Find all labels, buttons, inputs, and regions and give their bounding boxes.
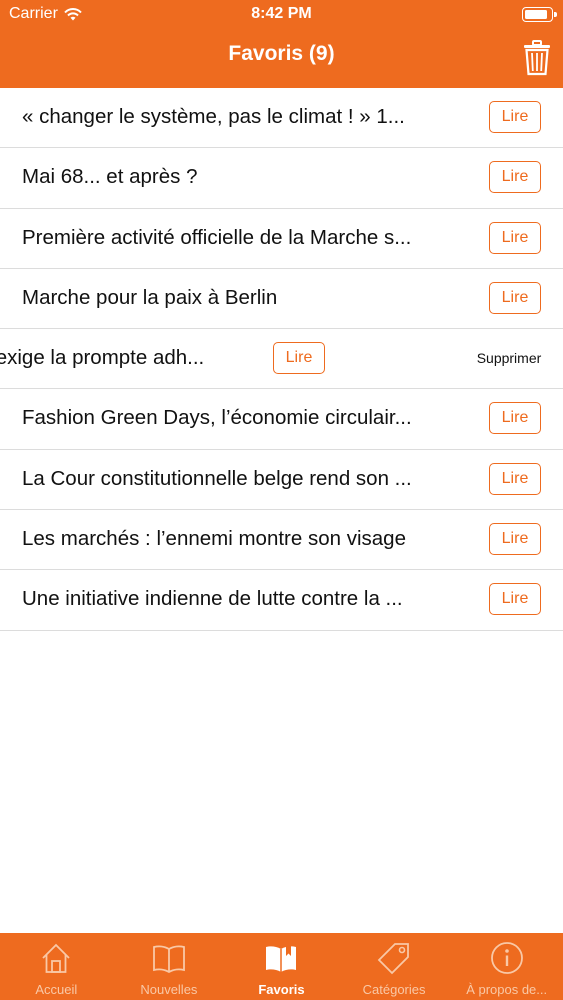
top-bar: Carrier 8:42 PM Favoris (9) (0, 0, 563, 88)
read-button[interactable]: Lire (489, 161, 541, 194)
tab-label: Favoris (258, 982, 305, 997)
tab-favoris[interactable]: Favoris (225, 933, 338, 1000)
article-title: Marche pour la paix à Berlin (22, 285, 278, 309)
list-item-swiped[interactable]: Supprimer eil national exige la prompte … (0, 329, 563, 390)
list-item[interactable]: « changer le système, pas le climat ! » … (0, 88, 563, 149)
list-item-content[interactable]: « changer le système, pas le climat ! » … (0, 88, 563, 148)
status-time: 8:42 PM (251, 5, 312, 22)
trash-icon[interactable] (523, 40, 551, 76)
list-item[interactable]: Une initiative indienne de lutte contre … (0, 570, 563, 631)
article-title: Première activité officielle de la March… (22, 225, 412, 249)
list-item-content[interactable]: Première activité officielle de la March… (0, 208, 563, 268)
list-item-content[interactable]: Une initiative indienne de lutte contre … (0, 570, 563, 630)
tab-categories[interactable]: Catégories (338, 933, 451, 1000)
article-title: eil national exige la prompte adh... (0, 346, 205, 370)
tab-label: Accueil (35, 982, 78, 997)
article-title: Les marchés : l’ennemi montre son visage (22, 527, 406, 551)
read-button[interactable]: Lire (273, 342, 325, 375)
list-item-content[interactable]: Mai 68... et après ? Lire (0, 148, 563, 208)
article-title: Une initiative indienne de lutte contre … (22, 587, 403, 611)
tab-bar: Accueil Nouvelles Favoris Catégories À p… (0, 933, 563, 1000)
home-icon (42, 943, 70, 973)
read-button[interactable]: Lire (489, 221, 541, 254)
battery-icon (522, 7, 557, 22)
tab-nouvelles[interactable]: Nouvelles (113, 933, 226, 1000)
article-title: « changer le système, pas le climat ! » … (22, 105, 405, 128)
delete-button[interactable]: Supprimer (455, 329, 563, 389)
article-title: Mai 68... et après ? (22, 165, 198, 189)
book-icon (152, 945, 185, 974)
tab-label: À propos de... (466, 982, 548, 997)
read-button[interactable]: Lire (489, 462, 541, 495)
read-button[interactable]: Lire (489, 281, 541, 314)
list-item[interactable]: La Cour constitutionnelle belge rend son… (0, 449, 563, 511)
list-item[interactable]: Première activité officielle de la March… (0, 208, 563, 269)
list-item-content[interactable]: Les marchés : l’ennemi montre son visage… (0, 510, 563, 570)
read-button[interactable]: Lire (489, 402, 541, 435)
read-button[interactable]: Lire (489, 101, 541, 133)
page-title: Favoris (9) (228, 42, 335, 65)
read-button[interactable]: Lire (489, 523, 541, 556)
list-item[interactable]: Les marchés : l’ennemi montre son visage… (0, 510, 563, 571)
tab-a-propos[interactable]: À propos de... (450, 933, 563, 1000)
info-icon (490, 942, 523, 974)
favorites-list: « changer le système, pas le climat ! » … (0, 88, 563, 631)
tag-icon (377, 943, 409, 975)
article-title: La Cour constitutionnelle belge rend son… (22, 466, 412, 490)
list-item-content[interactable]: Fashion Green Days, l’économie circulair… (0, 389, 563, 449)
article-title: Fashion Green Days, l’économie circulair… (22, 406, 412, 430)
bookmark-book-icon (266, 945, 297, 972)
tab-accueil[interactable]: Accueil (0, 933, 113, 1000)
list-item[interactable]: Mai 68... et après ? Lire (0, 148, 563, 209)
list-item-content[interactable]: Marche pour la paix à Berlin Lire (0, 268, 563, 329)
list-item-content[interactable]: eil national exige la prompte adh... Lir… (0, 329, 380, 389)
tab-label: Nouvelles (140, 982, 198, 997)
list-item[interactable]: Fashion Green Days, l’économie circulair… (0, 389, 563, 450)
list-item-content[interactable]: La Cour constitutionnelle belge rend son… (0, 449, 563, 510)
list-item[interactable]: Marche pour la paix à Berlin Lire (0, 268, 563, 330)
status-bar: Carrier 8:42 PM (0, 0, 563, 30)
tab-label: Catégories (362, 982, 426, 997)
read-button[interactable]: Lire (489, 583, 541, 616)
